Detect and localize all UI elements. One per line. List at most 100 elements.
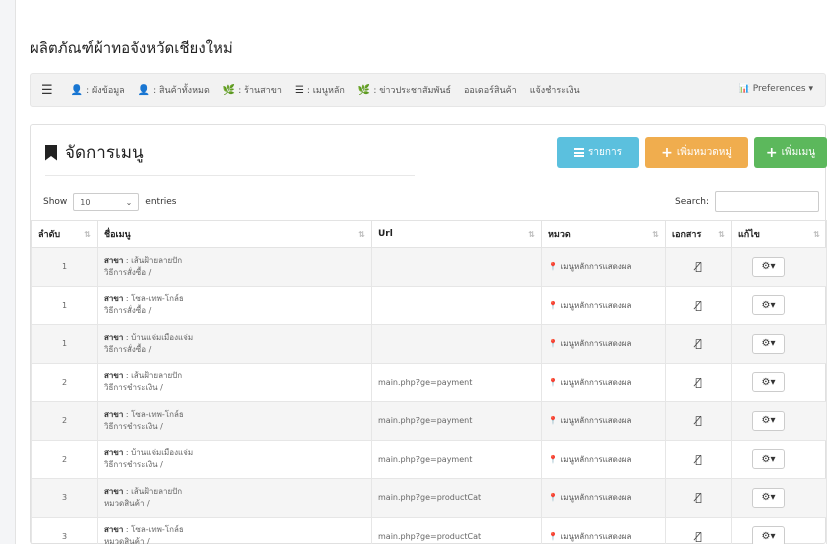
leaf-icon: 🌿 xyxy=(222,84,236,96)
order-cell: 2 xyxy=(31,362,98,402)
panel-header: จัดการเมนู xyxy=(45,139,144,166)
category-value: เมนูหลักการแสดงผล xyxy=(560,493,632,503)
pin-icon: 📍 xyxy=(548,377,558,387)
sort-icon: ⇅ xyxy=(813,230,820,239)
gear-icon: ⚙ xyxy=(761,492,771,504)
add-category-button[interactable]: + เพิ่มหมวดหมู่ xyxy=(645,137,748,168)
nav-item[interactable]: 🌿: ร้านสาขา xyxy=(223,83,282,97)
branch-label: สาขา xyxy=(104,255,124,265)
edit-cell: ⚙ ▾ xyxy=(731,478,827,518)
page: ผลิตภัณฑ์ผ้าทอจังหวัดเชียงใหม่ ☰ 👤: ผังข… xyxy=(15,0,837,544)
hidden-eye-icon[interactable]: 👁̸ xyxy=(695,414,702,427)
settings-dropdown-button[interactable]: ⚙ ▾ xyxy=(752,372,785,393)
order-cell: 2 xyxy=(31,401,98,441)
col-url-header[interactable]: Url ⇅ xyxy=(371,220,542,248)
hidden-eye-icon[interactable]: 👁̸ xyxy=(695,491,702,504)
search-input[interactable] xyxy=(715,191,819,212)
hidden-eye-icon[interactable]: 👁̸ xyxy=(695,299,702,312)
header-divider xyxy=(45,175,415,176)
nav-item[interactable]: แจ้งชำระเงิน xyxy=(530,83,580,97)
col-edit-header[interactable]: แก้ไข ⇅ xyxy=(731,220,827,248)
url-value: main.php?ge=payment xyxy=(378,416,473,426)
document-cell: 👁̸ xyxy=(665,401,732,441)
top-navbar: ☰ 👤: ผังข้อมูล 👤: สินค้าทั้งหมด 🌿: ร้านสาข… xyxy=(30,73,826,107)
order-value: 2 xyxy=(61,377,68,387)
branch-label: สาขา xyxy=(104,371,124,381)
hidden-eye-icon[interactable]: 👁̸ xyxy=(695,337,702,350)
branch-label: สาขา xyxy=(104,448,124,458)
settings-dropdown-button[interactable]: ⚙ ▾ xyxy=(752,333,785,354)
show-label: Show xyxy=(43,197,68,207)
settings-dropdown-button[interactable]: ⚙ ▾ xyxy=(752,256,785,277)
gear-icon: ⚙ xyxy=(761,376,771,388)
hidden-eye-icon[interactable]: 👁̸ xyxy=(695,453,702,466)
preferences-label: Preferences ▾ xyxy=(752,84,813,94)
nav-item[interactable]: ออเดอร์สินค้า xyxy=(464,83,517,97)
pin-icon: 📍 xyxy=(548,416,558,426)
settings-dropdown-button[interactable]: ⚙ ▾ xyxy=(752,449,785,470)
hidden-eye-icon[interactable]: 👁̸ xyxy=(695,376,702,389)
col-order-header[interactable]: ลำดับ ⇅ xyxy=(31,220,98,248)
table-row: 2 สาขา : เส้นฝ้ายลายปัก วิธีการชำระเงิน / m… xyxy=(31,362,827,402)
caret-down-icon: ▾ xyxy=(770,492,776,504)
document-cell: 👁̸ xyxy=(665,439,732,479)
category-cell: 📍 เมนูหลักการแสดงผล xyxy=(541,439,666,479)
nav-item[interactable]: 👤: สินค้าทั้งหมด xyxy=(138,83,210,97)
nav-item[interactable]: ☰: เมนูหลัก xyxy=(295,83,345,97)
column-label: หมวด xyxy=(548,230,571,240)
order-value: 1 xyxy=(61,262,68,272)
caret-down-icon: ▾ xyxy=(770,530,776,542)
category-value: เมนูหลักการแสดงผล xyxy=(560,377,632,387)
nav-item-label: แจ้งชำระเงิน xyxy=(529,86,580,96)
nav-item-label: : สินค้าทั้งหมด xyxy=(153,86,210,96)
hamburger-menu-icon[interactable]: ☰ xyxy=(41,83,53,98)
menu-name-cell: สาขา : โซล-เทพ-โกล์ธ วิธีการชำระเงิน / xyxy=(97,401,372,441)
branch-name: : เส้นฝ้ายลายปัก xyxy=(123,371,183,381)
col-category-header[interactable]: หมวด ⇅ xyxy=(541,220,666,248)
caret-down-icon: ▾ xyxy=(770,415,776,427)
settings-dropdown-button[interactable]: ⚙ ▾ xyxy=(752,526,785,544)
category-cell: 📍 เมนูหลักการแสดงผล xyxy=(541,324,666,364)
document-cell: 👁̸ xyxy=(665,247,732,287)
edit-cell: ⚙ ▾ xyxy=(731,362,827,402)
settings-dropdown-button[interactable]: ⚙ ▾ xyxy=(752,487,785,508)
category-cell: 📍 เมนูหลักการแสดงผล xyxy=(541,516,666,544)
category-cell: 📍 เมนูหลักการแสดงผล xyxy=(541,478,666,518)
edit-cell: ⚙ ▾ xyxy=(731,285,827,325)
url-value: main.php?ge=payment xyxy=(378,377,473,387)
url-value: main.php?ge=productCat xyxy=(378,531,482,541)
category-cell: 📍 เมนูหลักการแสดงผล xyxy=(541,285,666,325)
edit-cell: ⚙ ▾ xyxy=(731,401,827,441)
document-cell: 👁̸ xyxy=(665,362,732,402)
search-control: Search: xyxy=(675,191,819,212)
settings-dropdown-button[interactable]: ⚙ ▾ xyxy=(752,410,785,431)
url-value: main.php?ge=productCat xyxy=(378,493,482,503)
entries-select[interactable]: 10 ⌄ xyxy=(73,193,140,211)
nav-item[interactable]: 👤: ผังข้อมูล xyxy=(71,83,125,97)
nav-item-label: ออเดอร์สินค้า xyxy=(464,86,517,96)
caret-down-icon: ▾ xyxy=(770,453,776,465)
caret-down-icon: ▾ xyxy=(770,338,776,350)
nav-item[interactable]: 🌿: ข่าวประชาสัมพันธ์ xyxy=(358,83,451,97)
order-cell: 1 xyxy=(31,285,98,325)
preferences-dropdown[interactable]: 📊 Preferences ▾ xyxy=(739,84,813,94)
table-header-row: ลำดับ ⇅ ชื่อเมนู ⇅ Url ⇅ หมวด ⇅ เอกสาร ⇅ แก้ไข ⇅ xyxy=(31,220,827,248)
list-button[interactable]: รายการ xyxy=(557,137,639,168)
nav-item-label: : เมนูหลัก xyxy=(306,86,345,96)
add-menu-button[interactable]: + เพิ่มเมนู xyxy=(754,137,827,168)
hidden-eye-icon[interactable]: 👁̸ xyxy=(695,260,702,273)
order-value: 3 xyxy=(61,531,68,541)
document-cell: 👁̸ xyxy=(665,324,732,364)
settings-dropdown-button[interactable]: ⚙ ▾ xyxy=(752,295,785,316)
url-cell xyxy=(371,247,542,287)
bookmark-icon xyxy=(45,144,57,161)
hidden-eye-icon[interactable]: 👁̸ xyxy=(695,530,702,543)
col-menu-name-header[interactable]: ชื่อเมนู ⇅ xyxy=(97,220,372,248)
menu-sub: หมวดสินค้า / xyxy=(104,498,150,508)
url-cell: main.php?ge=payment xyxy=(371,401,542,441)
search-label: Search: xyxy=(675,196,709,207)
pin-icon: 📍 xyxy=(548,339,558,349)
sort-icon: ⇅ xyxy=(528,230,535,239)
col-document-header[interactable]: เอกสาร ⇅ xyxy=(665,220,732,248)
url-cell xyxy=(371,324,542,364)
